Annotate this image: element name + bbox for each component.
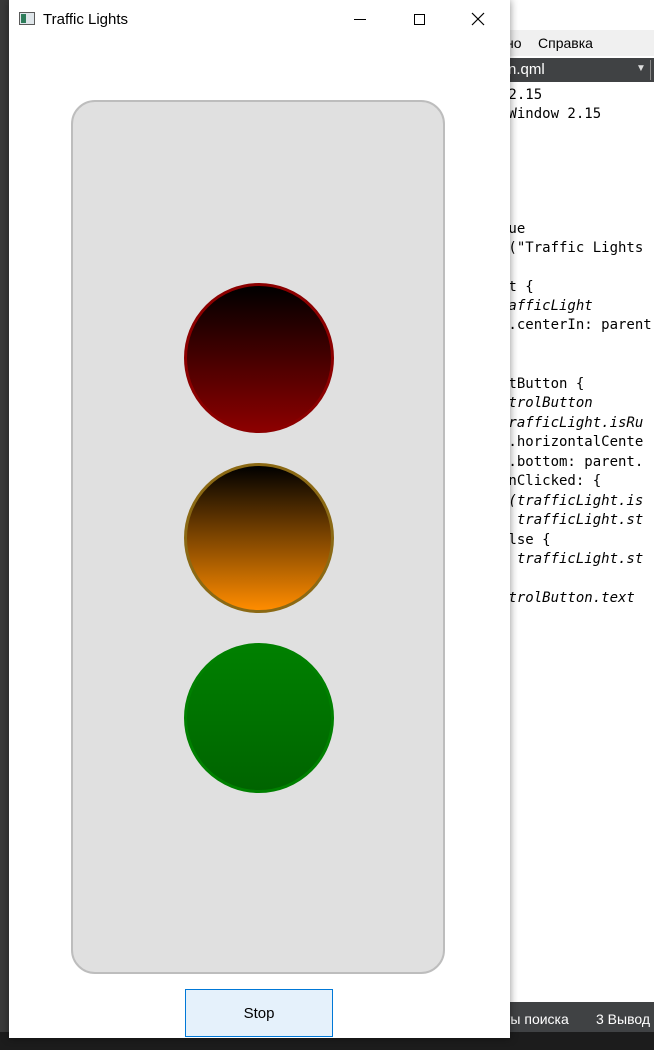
green-light [184,643,334,793]
code-line: ntrolButton [500,395,593,411]
yellow-light [184,463,334,613]
minimize-button[interactable] [337,0,383,38]
code-line: trafficLight.st [500,512,644,528]
close-icon [471,12,485,26]
code-line: rafficLight [500,298,593,314]
maximize-button[interactable] [396,0,442,38]
window-title: Traffic Lights [43,11,129,28]
code-editor[interactable]: 2.15 .Window 2.15 0 rue r("Traffic Light… [500,86,654,1000]
code-line: s.bottom: parent. [500,454,644,470]
code-line: s.horizontalCente [500,434,644,450]
code-line: .Window 2.15 [500,106,602,122]
red-light [184,283,334,433]
code-line: (trafficLight.is [500,493,644,509]
code-line: s.centerIn: parent [500,317,652,333]
title-bar[interactable]: Traffic Lights [9,0,510,38]
app-icon [19,12,35,25]
minimize-icon [354,18,366,20]
output-tab[interactable]: 3 Вывод [596,1011,650,1027]
stop-button[interactable]: Stop [185,989,333,1037]
code-line: trafficLight.st [500,551,644,567]
app-window: Traffic Lights Stop [9,0,510,1038]
code-line: ntrolButton.text [500,590,635,606]
code-line: onClicked: { [500,473,602,489]
ide-left-sidebar [0,0,9,1032]
maximize-icon [413,13,425,25]
code-line: ntButton { [500,376,585,392]
close-button[interactable] [455,0,501,38]
chevron-down-icon[interactable]: ▼ [636,63,646,74]
search-results-tab[interactable]: ты поиска [504,1011,569,1027]
open-file-name: n.qml [508,61,545,78]
tab-divider [650,60,651,80]
window-content: Stop [9,38,510,1038]
ide-menubar: но Справка [500,30,654,56]
ide-file-tab[interactable]: n.qml ▼ [500,58,654,82]
code-line: trafficLight.isRu [500,415,644,431]
menu-item-help[interactable]: Справка [538,35,593,51]
code-line: r("Traffic Lights [500,240,644,256]
ide-output-panes: ты поиска 3 Вывод [500,1002,654,1032]
